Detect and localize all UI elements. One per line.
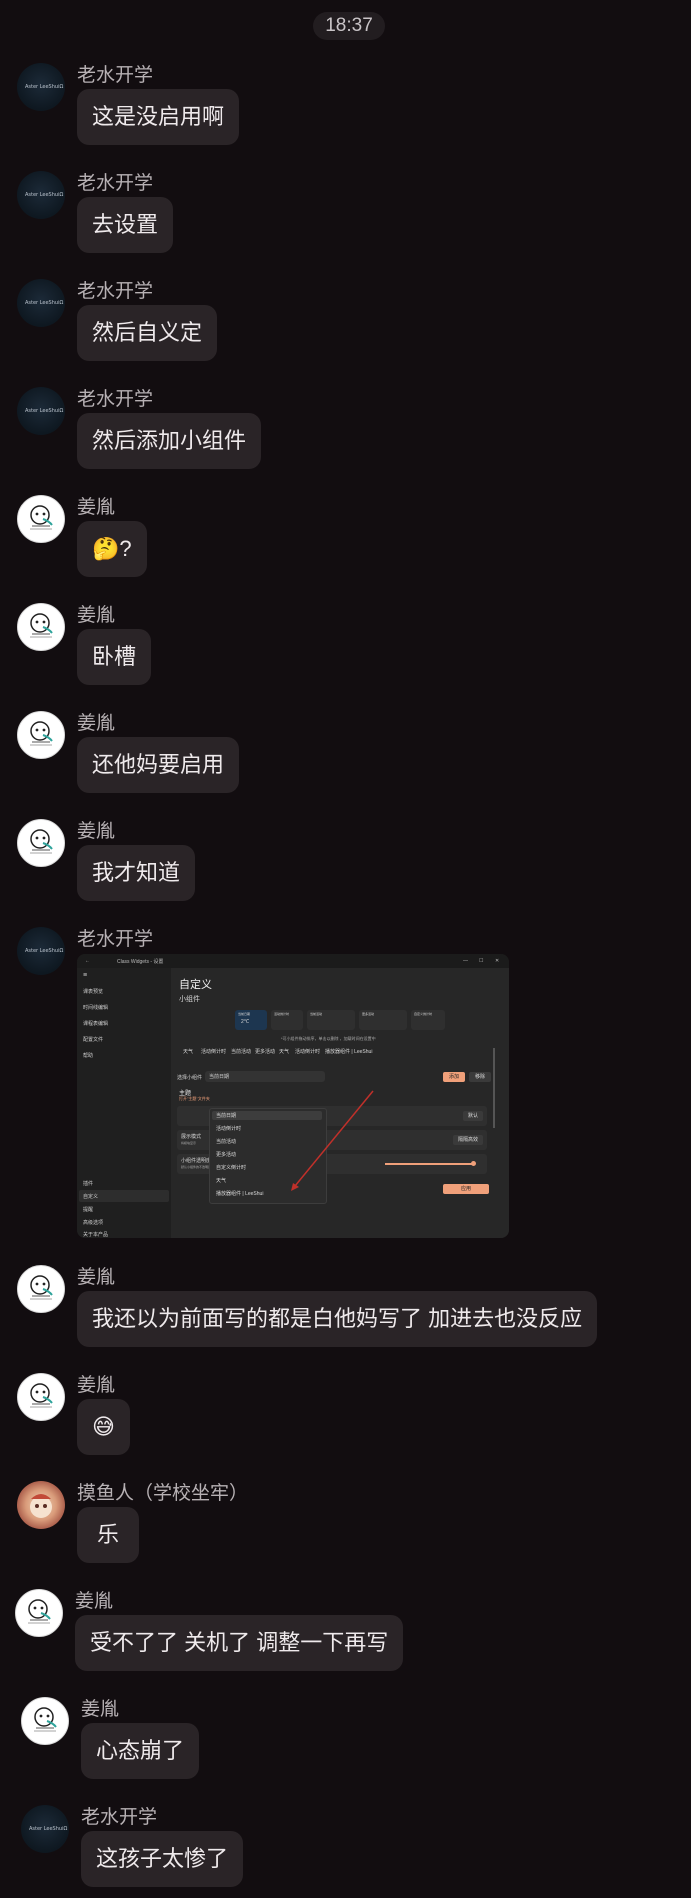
sender-name: 姜胤: [77, 821, 116, 842]
sender-name: 姜胤: [77, 713, 116, 734]
message-bubble[interactable]: 这孩子太惨了: [81, 1831, 244, 1887]
sender-name: 姜胤: [77, 1267, 116, 1288]
sender-name: 姜胤: [77, 605, 116, 626]
sender-name: 老水开学: [81, 1807, 158, 1828]
message-bubble[interactable]: 还他妈要启用: [77, 737, 240, 793]
avatar[interactable]: Aster LeeShuiΩ: [17, 63, 65, 111]
timestamp: 18:37: [313, 12, 385, 40]
avatar[interactable]: [15, 1589, 63, 1637]
sender-name: 姜胤: [81, 1699, 120, 1720]
message-bubble[interactable]: 我才知道: [77, 845, 196, 901]
message-bubble[interactable]: 然后自义定: [77, 305, 218, 361]
avatar[interactable]: [17, 1481, 65, 1529]
sender-name: 老水开学: [77, 929, 154, 950]
sender-name: 老水开学: [77, 389, 154, 410]
message-bubble[interactable]: 😅: [77, 1399, 130, 1455]
sender-name: 老水开学: [77, 65, 154, 86]
avatar-logo-text: Aster LeeShuiΩ: [25, 948, 64, 954]
avatar[interactable]: [21, 1697, 69, 1745]
avatar-logo-text: Aster LeeShuiΩ: [25, 300, 64, 306]
avatar[interactable]: Aster LeeShuiΩ: [17, 927, 65, 975]
message-bubble[interactable]: 卧槽: [77, 629, 152, 685]
message-bubble[interactable]: 乐: [77, 1507, 140, 1563]
avatar[interactable]: [17, 603, 65, 651]
avatar-logo-text: Aster LeeShuiΩ: [29, 1826, 68, 1832]
doodle-face-icon: [30, 505, 53, 530]
sender-name: 姜胤: [77, 1375, 116, 1396]
message-bubble[interactable]: 我还以为前面写的都是白他妈写了 加进去也没反应: [77, 1291, 598, 1347]
doodle-face-icon: [30, 1383, 53, 1408]
avatar[interactable]: Aster LeeShuiΩ: [17, 387, 65, 435]
message-bubble[interactable]: 然后添加小组件: [77, 413, 262, 469]
doodle-face-icon: [28, 1599, 51, 1624]
doodle-face-icon: [30, 721, 53, 746]
screenshot-image[interactable]: ← Class Widgets - 设置 — ☐ ✕ ≡ 课表预览 时间线编辑 …: [77, 954, 509, 1238]
avatar[interactable]: Aster LeeShuiΩ: [21, 1805, 69, 1853]
message-bubble[interactable]: 这是没启用啊: [77, 89, 240, 145]
character-icon: [30, 1494, 52, 1518]
avatar[interactable]: Aster LeeShuiΩ: [17, 279, 65, 327]
doodle-face-icon: [34, 1707, 57, 1732]
avatar-logo-text: Aster LeeShuiΩ: [25, 408, 64, 414]
sender-name: 摸鱼人（学校坐牢）: [77, 1483, 249, 1504]
avatar[interactable]: [17, 1265, 65, 1313]
avatar[interactable]: [17, 819, 65, 867]
sender-name: 老水开学: [77, 281, 154, 302]
doodle-face-icon: [30, 829, 53, 854]
message-bubble[interactable]: 🤔?: [77, 521, 147, 577]
avatar[interactable]: [17, 495, 65, 543]
avatar-logo-text: Aster LeeShuiΩ: [25, 84, 64, 90]
message-bubble[interactable]: 去设置: [77, 197, 174, 253]
avatar[interactable]: [17, 711, 65, 759]
sender-name: 姜胤: [77, 497, 116, 518]
avatar-logo-text: Aster LeeShuiΩ: [25, 192, 64, 198]
sender-name: 老水开学: [77, 173, 154, 194]
sender-name: 姜胤: [75, 1591, 114, 1612]
message-bubble[interactable]: 受不了了 关机了 调整一下再写: [75, 1615, 404, 1671]
message-bubble[interactable]: 心态崩了: [81, 1723, 200, 1779]
avatar[interactable]: Aster LeeShuiΩ: [17, 171, 65, 219]
doodle-face-icon: [30, 613, 53, 638]
avatar[interactable]: [17, 1373, 65, 1421]
doodle-face-icon: [30, 1275, 53, 1300]
red-arrow-icon: [291, 1090, 374, 1191]
